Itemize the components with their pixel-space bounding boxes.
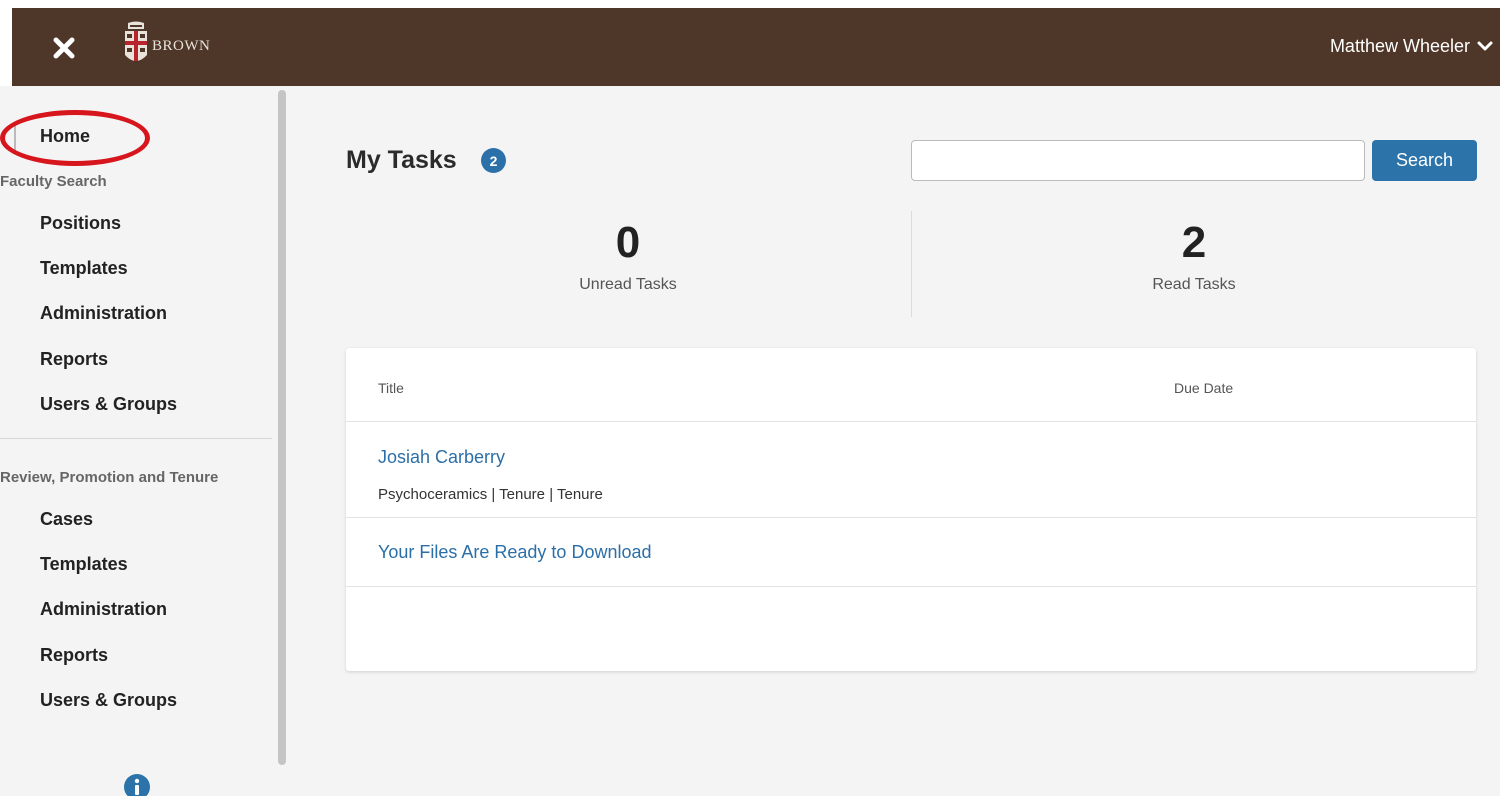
chevron-down-icon	[1477, 41, 1493, 51]
search-input[interactable]	[911, 140, 1365, 181]
row-divider	[346, 421, 1476, 422]
tasks-table	[346, 348, 1476, 671]
sidebar-divider	[0, 438, 272, 439]
sidebar-item-reports[interactable]: Reports	[40, 349, 108, 370]
sidebar-item-rpt-reports[interactable]: Reports	[40, 645, 108, 666]
search-button[interactable]: Search	[1372, 140, 1477, 181]
task-link-josiah-carberry[interactable]: Josiah Carberry	[378, 447, 505, 468]
user-name: Matthew Wheeler	[1329, 35, 1470, 56]
unread-count: 0	[615, 218, 641, 267]
top-header: BROWN Matthew Wheeler	[12, 8, 1500, 86]
sidebar-item-rpt-users-groups[interactable]: Users & Groups	[40, 690, 177, 711]
read-count: 2	[1181, 218, 1207, 267]
logo-text: BROWN	[152, 37, 211, 54]
brown-crest-icon	[125, 21, 147, 61]
task-meta: Psychoceramics | Tenure | Tenure	[378, 486, 603, 503]
read-label: Read Tasks	[1152, 276, 1236, 293]
sidebar-item-users-groups[interactable]: Users & Groups	[40, 394, 177, 415]
sidebar-item-administration[interactable]: Administration	[40, 303, 167, 324]
row-divider	[346, 517, 1476, 518]
brown-logo[interactable]: BROWN	[122, 18, 210, 74]
row-divider	[346, 586, 1476, 587]
stat-unread[interactable]: 0 Unread Tasks	[478, 218, 778, 294]
sidebar-item-home[interactable]: Home	[40, 126, 90, 147]
unread-label: Unread Tasks	[579, 276, 677, 293]
page-title: My Tasks	[346, 146, 457, 174]
info-icon[interactable]	[124, 774, 150, 796]
active-indicator	[14, 122, 16, 152]
column-header-title[interactable]: Title	[378, 380, 404, 396]
sidebar-item-templates[interactable]: Templates	[40, 258, 128, 279]
sidebar-item-rpt-templates[interactable]: Templates	[40, 554, 128, 575]
section-heading-faculty-search: Faculty Search	[0, 173, 107, 190]
stats-divider	[911, 211, 912, 317]
user-menu[interactable]: Matthew Wheeler	[1330, 30, 1494, 62]
close-icon[interactable]	[50, 34, 78, 62]
column-header-due-date[interactable]: Due Date	[1174, 380, 1233, 396]
section-heading-rpt: Review, Promotion and Tenure	[0, 469, 219, 486]
sidebar-item-rpt-administration[interactable]: Administration	[40, 599, 167, 620]
scrollbar-thumb[interactable]	[278, 90, 286, 765]
sidebar-item-positions[interactable]: Positions	[40, 213, 121, 234]
stat-read[interactable]: 2 Read Tasks	[1044, 218, 1344, 294]
task-count-badge: 2	[481, 148, 506, 173]
sidebar-scrollbar[interactable]	[276, 90, 288, 796]
sidebar-item-cases[interactable]: Cases	[40, 509, 93, 530]
task-link-files-ready[interactable]: Your Files Are Ready to Download	[378, 542, 652, 563]
